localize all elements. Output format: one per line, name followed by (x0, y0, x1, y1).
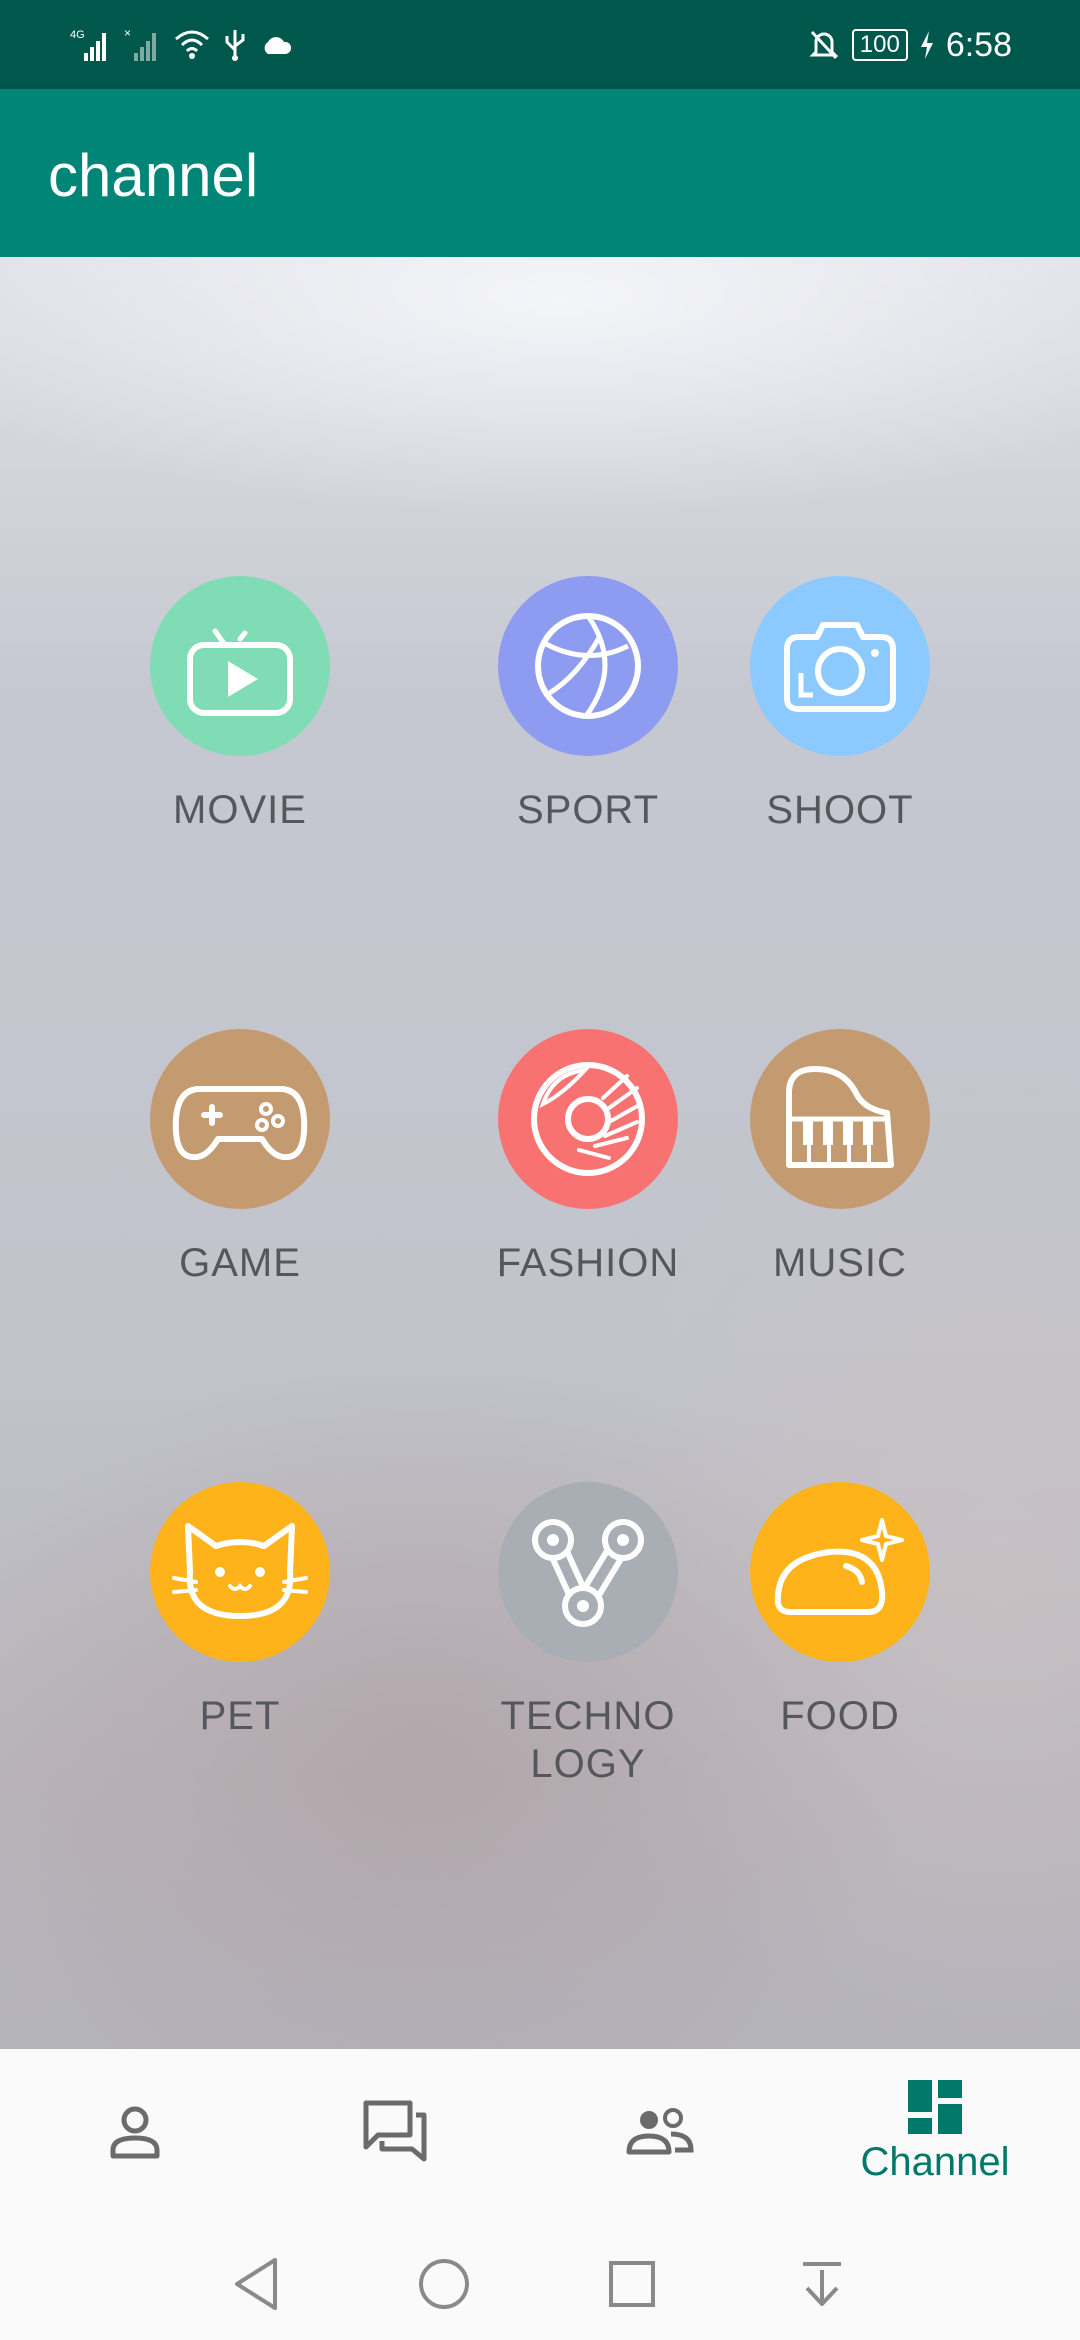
notification-pull-icon (803, 2262, 841, 2306)
donut-icon (531, 1062, 645, 1176)
cat-icon (172, 1523, 308, 1619)
battery-level: 100 (851, 29, 908, 61)
chat-icon (363, 2100, 427, 2161)
music-badge (750, 1029, 930, 1209)
channel-technology[interactable]: TECHNO LOGY (468, 1482, 708, 1788)
nodes-icon (532, 1519, 644, 1627)
piano-icon (786, 1066, 894, 1168)
app-bar: channel (0, 89, 1080, 257)
nav-profile[interactable] (0, 2049, 270, 2214)
mute-bell-icon (809, 30, 839, 60)
channel-label: SPORT (516, 788, 660, 832)
home-button[interactable] (414, 2254, 474, 2314)
page-title: channel (48, 142, 259, 209)
pet-badge (150, 1482, 330, 1662)
recents-button[interactable] (602, 2254, 662, 2314)
channel-fashion[interactable]: FASHION (468, 1029, 708, 1287)
technology-badge (498, 1482, 678, 1662)
recents-icon (609, 2261, 655, 2307)
usb-icon (225, 30, 245, 61)
channel-pet[interactable]: PET (120, 1482, 360, 1740)
status-bar: 4G × 100 6:58 (0, 0, 1080, 89)
channel-label: PET (199, 1694, 281, 1738)
channel-label: GAME (179, 1241, 301, 1285)
status-icons-right: 100 6:58 (808, 22, 1012, 68)
signal-no-sim-icon: × (124, 27, 156, 61)
channel-label: SHOOT (766, 788, 914, 832)
dashboard-icon (908, 2080, 962, 2134)
person-icon (110, 2106, 160, 2158)
channel-shoot[interactable]: SHOOT (720, 576, 960, 834)
channel-music[interactable]: MUSIC (720, 1029, 960, 1287)
channel-label: MOVIE (173, 788, 307, 832)
system-navigation-bar (0, 2214, 1080, 2340)
nav-contacts[interactable] (525, 2049, 795, 2214)
channel-label: FASHION (496, 1241, 680, 1285)
back-icon (235, 2258, 277, 2310)
status-time: 6:58 (945, 25, 1012, 64)
sport-badge (498, 576, 678, 756)
ball-icon (535, 613, 641, 719)
channel-game[interactable]: GAME (120, 1029, 360, 1287)
channel-food[interactable]: FOOD (720, 1482, 960, 1740)
food-badge (750, 1482, 930, 1662)
gamepad-icon (172, 1086, 308, 1161)
channel-movie[interactable]: MOVIE (120, 576, 360, 834)
channel-sport[interactable]: SPORT (468, 576, 708, 834)
cloud-icon (264, 37, 292, 54)
channel-label: FOOD (780, 1694, 900, 1738)
home-icon (419, 2259, 469, 2309)
movie-badge (150, 576, 330, 756)
bread-icon (774, 1518, 904, 1615)
game-badge (150, 1029, 330, 1209)
channel-grid: MOVIE SPORT SHOOT GAME FASHION MUSIC PET… (0, 257, 1080, 2049)
status-icons-left: 4G × (70, 22, 292, 68)
people-icon (626, 2107, 694, 2154)
back-button[interactable] (226, 2254, 286, 2314)
charging-icon (920, 31, 933, 59)
bottom-navigation: Channel (0, 2049, 1080, 2214)
camera-icon (784, 622, 896, 712)
shoot-badge (750, 576, 930, 756)
channel-label: TECHNO LOGY (500, 1694, 676, 1786)
nav-label-channel: Channel (860, 2140, 1010, 2184)
tv-play-icon (187, 628, 293, 716)
nav-messages[interactable] (260, 2049, 530, 2214)
signal-4g-icon: 4G (70, 29, 106, 61)
channel-label: MUSIC (773, 1241, 907, 1285)
network-label: 4G (70, 29, 85, 41)
notification-pull-button[interactable] (792, 2254, 852, 2314)
svg-text:×: × (124, 27, 131, 40)
wifi-icon (175, 30, 209, 59)
nav-channel[interactable]: Channel (800, 2049, 1070, 2214)
fashion-badge (498, 1029, 678, 1209)
